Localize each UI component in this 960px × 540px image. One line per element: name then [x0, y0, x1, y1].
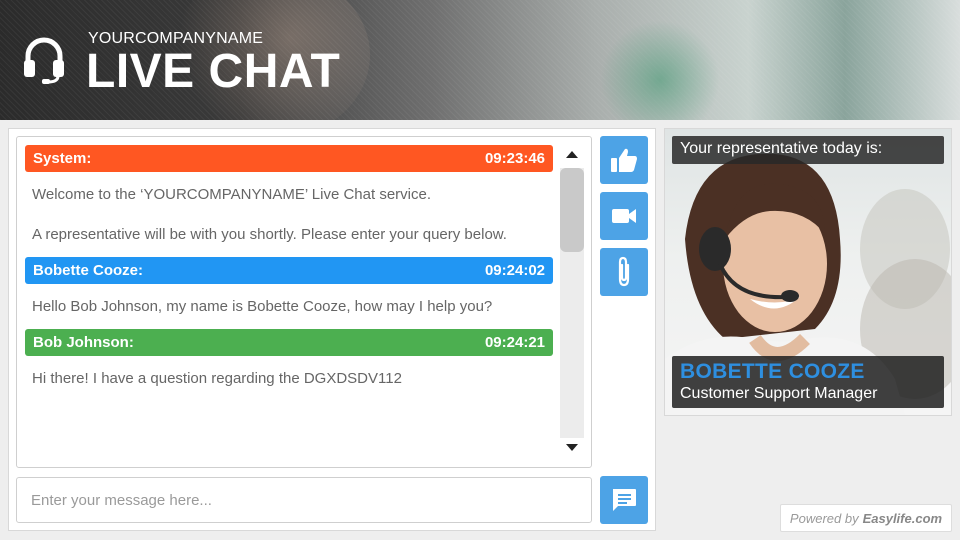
message-text: Hello Bob Johnson, my name is Bobette Co… [32, 298, 493, 315]
powered-by-badge[interactable]: Powered by Easylife.com [780, 504, 952, 532]
powered-by-prefix: Powered by [789, 510, 859, 526]
video-button[interactable] [600, 192, 648, 240]
message-time: 09:24:21 [484, 334, 545, 351]
representative-role: Customer Support Manager [680, 385, 878, 402]
message-time: 09:24:02 [484, 262, 545, 279]
message-bubble-icon [613, 489, 636, 511]
message-sender: System: [33, 150, 92, 167]
message-text: A representative will be with you shortl… [32, 226, 507, 243]
headset-icon [24, 37, 64, 84]
message-list[interactable]: System: 09:23:46 Welcome to the ‘YOURCOM… [16, 136, 592, 468]
scroll-up-arrow-icon[interactable] [566, 151, 578, 158]
message-input[interactable] [16, 477, 592, 523]
message-time: 09:23:46 [484, 150, 545, 167]
representative-label: Your representative today is: [672, 136, 944, 164]
message-header-representative: Bobette Cooze: 09:24:02 [25, 257, 553, 284]
representative-card: BOBETTE COOZE Customer Support Manager [672, 356, 944, 408]
like-button[interactable] [600, 136, 648, 184]
message-header-customer: Bob Johnson: 09:24:21 [25, 329, 553, 356]
thumbs-up-icon [611, 148, 637, 172]
page-title: LIVE CHAT [86, 45, 341, 98]
message-text: Hi there! I have a question regarding th… [32, 370, 402, 387]
powered-by-brand: Easylife.com [862, 510, 943, 526]
representative-name: BOBETTE COOZE [680, 360, 865, 383]
send-button[interactable] [600, 476, 648, 524]
message-header-system: System: 09:23:46 [25, 145, 553, 172]
scrollbar-thumb[interactable] [560, 168, 584, 252]
message-sender: Bob Johnson: [33, 334, 134, 351]
attach-button[interactable] [600, 248, 648, 296]
scroll-down-arrow-icon[interactable] [566, 444, 578, 451]
paperclip-icon [618, 256, 630, 287]
message-text: Welcome to the ‘YOURCOMPANYNAME’ Live Ch… [32, 186, 432, 203]
message-sender: Bobette Cooze: [33, 262, 143, 279]
video-camera-icon [612, 209, 636, 223]
header-banner: YOURCOMPANYNAME LIVE CHAT [0, 0, 960, 120]
